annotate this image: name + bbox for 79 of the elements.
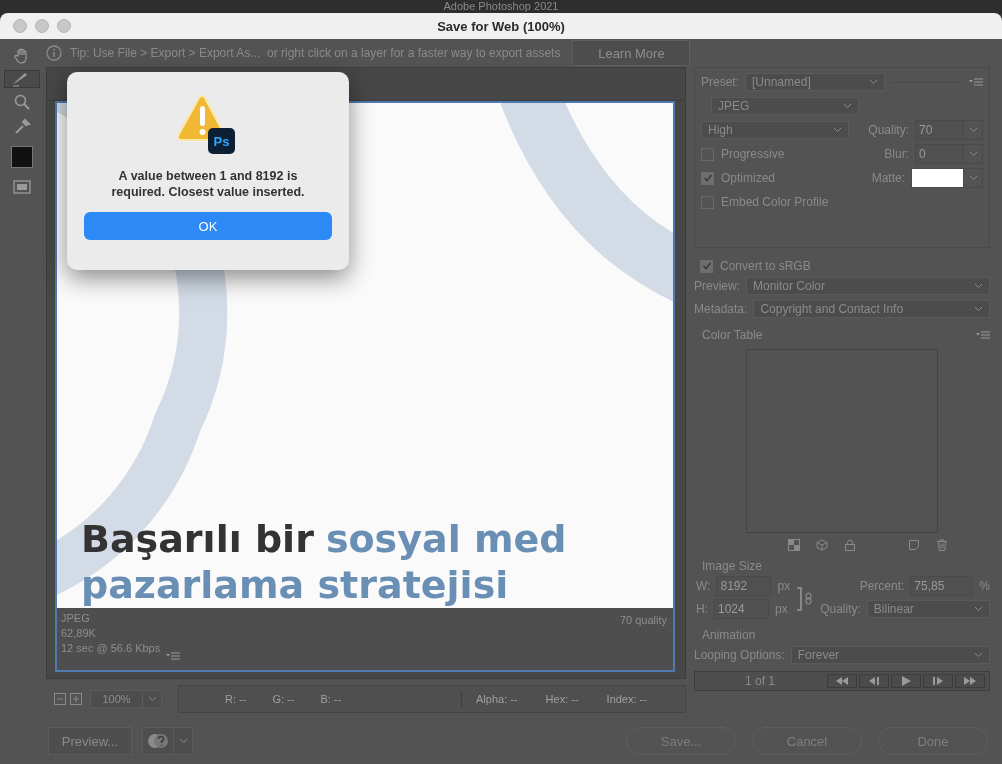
caret-icon [968,175,978,181]
frame-counter: 1 of 1 [744,674,776,688]
lock-icon[interactable] [844,539,856,551]
caret-icon [869,79,878,85]
caret-icon [974,283,983,289]
caret-icon [968,127,978,133]
caret-icon [843,103,852,109]
unit-label: % [979,579,990,593]
play-icon [900,676,912,686]
checker-icon[interactable] [788,539,800,551]
link-icon[interactable] [796,586,815,612]
trash-icon[interactable] [936,539,948,551]
step-forward-icon [931,677,945,685]
resample-dropdown[interactable]: Bilinear [866,600,990,618]
new-color-icon[interactable] [908,539,920,551]
headline-text: pazarlama stratejisi [81,562,510,608]
window-title: Save for Web (100%) [436,18,566,34]
help-icon [147,733,169,749]
knife-icon[interactable] [4,70,40,88]
info-icon [46,45,62,61]
caret-icon [833,127,842,133]
app-badge: Ps [208,128,235,154]
play-button[interactable] [891,674,921,688]
check-icon [702,173,713,183]
color-swatch[interactable] [11,146,33,168]
alert-message: A value between 1 and 8192 is required. Closest value inserted. [110,168,306,200]
format-dropdown[interactable]: JPEG [711,97,859,115]
menu-icon[interactable] [166,651,181,661]
quality-info-text: 70 quality [619,614,667,626]
zoom-dropdown[interactable]: 100% [90,690,162,708]
caret-icon [147,696,157,702]
fast-forward-icon [962,677,978,685]
caret-icon [974,606,983,612]
caret-icon [968,151,978,157]
next-frame-button[interactable] [923,674,953,688]
ok-button[interactable]: OK [84,212,332,240]
preview-dropdown[interactable]: Monitor Color [746,277,990,295]
learn-more-button[interactable]: Learn More [572,40,691,66]
check-icon [701,261,712,271]
readout-text: Alpha: -- [476,693,518,705]
file-info-text: JPEG [61,612,91,625]
height-field[interactable]: 1024 [714,599,769,619]
quality-field[interactable]: 70 [915,120,983,140]
readout-text: G: -- [272,693,295,705]
matte-dropdown[interactable] [911,168,983,188]
caret-icon [178,738,188,744]
browser-dropdown[interactable] [142,727,193,755]
minimize-button[interactable] [35,19,49,33]
zoom-in-icon[interactable] [70,693,82,705]
readout-text: R: -- [225,693,247,705]
rewind-icon [834,677,850,685]
quality-preset-dropdown[interactable]: High [701,121,849,139]
close-button[interactable] [13,19,27,33]
app-title: Adobe Photoshop 2021 [442,0,560,13]
caret-icon [974,652,983,658]
readout-text: Index: -- [606,693,647,705]
readout-text: Hex: -- [545,693,579,705]
looping-dropdown[interactable]: Forever [790,646,990,664]
metadata-dropdown[interactable]: Copyright and Contact Info [753,300,990,318]
width-field[interactable]: 8192 [716,576,772,596]
step-back-icon [867,677,881,685]
file-info-text: 62,89K [61,627,97,640]
preview-button[interactable]: Preview... [48,727,132,755]
caret-icon [974,306,983,312]
file-info-text: 12 sec @ 56.6 Kbps [61,642,161,655]
first-frame-button[interactable] [827,674,857,688]
headline-text: Başarılı bir [81,516,314,562]
percent-field[interactable]: 75,85 [910,576,974,596]
headline-text: sosyal med [325,516,567,562]
cube-icon[interactable] [816,539,828,551]
readout-text: B: -- [320,693,342,705]
previous-frame-button[interactable] [859,674,889,688]
zoom-out-icon[interactable] [54,693,66,705]
zoom-button[interactable] [57,19,71,33]
blur-field[interactable]: 0 [915,144,983,164]
last-frame-button[interactable] [955,674,985,688]
menu-icon[interactable] [969,77,983,87]
preset-dropdown[interactable]: [Unnamed] [745,73,885,91]
menu-icon[interactable] [976,330,990,340]
